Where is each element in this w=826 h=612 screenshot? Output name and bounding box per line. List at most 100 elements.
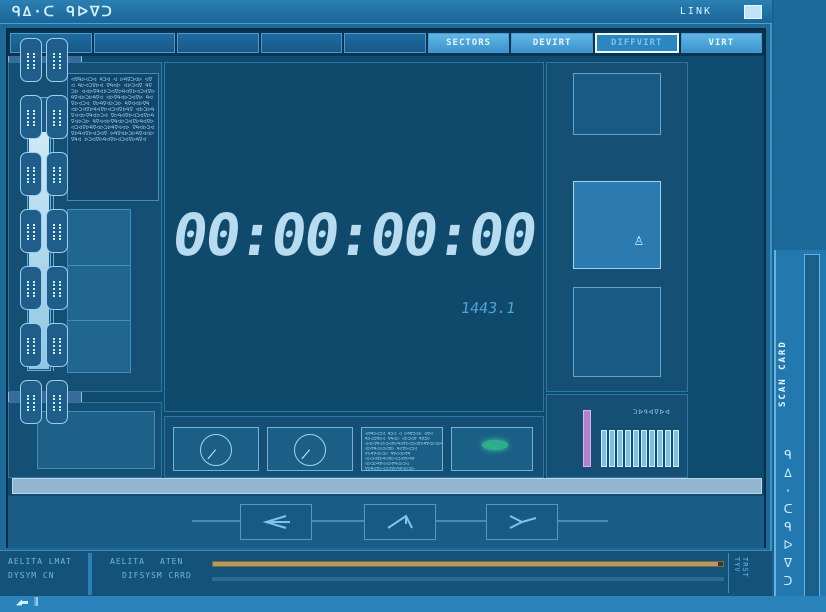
- tab-devirt[interactable]: DEVIRT: [511, 33, 593, 53]
- slot-indicator: [53, 281, 61, 297]
- nav-back-button[interactable]: [240, 504, 312, 540]
- tab-bar: SECTORS DEVIRT DIFFVIRT VIRT: [8, 30, 764, 56]
- slot-indicator: [53, 338, 61, 354]
- chart-band: [68, 265, 130, 266]
- text-readout: ᐊᐁᑫᐅᐊᑐᐊ ᑫᑐᐊ ᐊ ᐅᑫᐁᑐᐊᐅ ᐊᐁᐊ ᑫᐅᐊᑐᐁᐅᐊ ᐁᑫᐊᐅ ᐊᐅ…: [361, 427, 443, 471]
- center-display: 00:00:00:00 1443.1: [164, 62, 544, 412]
- tab-blank-2[interactable]: [177, 33, 259, 53]
- progress-bar: [212, 561, 724, 567]
- footer-end-text: TRST TYV: [733, 557, 749, 578]
- levels-panel: ᑐᐅᑫᐊᐁᐅᐊ: [546, 394, 688, 478]
- level-bar: [657, 429, 663, 467]
- level-bar: [617, 429, 623, 467]
- tab-blank-4[interactable]: [344, 33, 426, 53]
- title-bar[interactable]: ᑫ∆·ᑕ ᑫᐅᐁᑐ LINK: [0, 0, 772, 24]
- body-scan-viewport[interactable]: ♙: [573, 181, 661, 269]
- card-slot[interactable]: [46, 323, 68, 367]
- card-slot[interactable]: [46, 152, 68, 196]
- navigation-bar: [8, 496, 764, 548]
- forward-arrow-icon: [509, 515, 537, 529]
- level-bar: [665, 429, 671, 467]
- footer-line2-mid: DIFSYSM CRRD: [122, 571, 192, 580]
- level-bar: [625, 429, 631, 467]
- progress-track: [212, 577, 724, 581]
- link-button[interactable]: [744, 5, 762, 19]
- card-slot[interactable]: [46, 209, 68, 253]
- slot-indicator: [27, 395, 35, 411]
- progress-fill: [213, 562, 718, 566]
- card-slot[interactable]: [20, 266, 42, 310]
- footer-bar: AELITA LMAT DYSYM CN AELITA ATEN DIFSYSM…: [0, 550, 772, 596]
- level-bar: [673, 429, 679, 467]
- scan-card-label: SCAN CARD: [778, 340, 788, 408]
- levels-label: ᑐᐅᑫᐊᐁᐅᐊ: [633, 409, 671, 416]
- nav-up-button[interactable]: [364, 504, 436, 540]
- slot-indicator: [53, 224, 61, 240]
- level-bar: [641, 429, 647, 467]
- dial-arc: [200, 434, 232, 466]
- slot-indicator: [27, 338, 35, 354]
- dial-arc: [294, 434, 326, 466]
- blob-monitor: [451, 427, 533, 471]
- countdown-timer: 00:00:00:00: [168, 201, 540, 269]
- footer-line1-right: ATEN: [160, 557, 184, 566]
- slot-indicator: [53, 110, 61, 126]
- card-slot[interactable]: [46, 95, 68, 139]
- signal-blob: [482, 440, 508, 450]
- card-slot[interactable]: [20, 380, 42, 424]
- footer-line2-left: DYSYM CN: [8, 571, 55, 580]
- slot-indicator: [27, 281, 35, 297]
- up-arrow-icon: [387, 514, 413, 529]
- sidebar-scrollbar[interactable]: [804, 254, 820, 604]
- slot-indicator: [27, 110, 35, 126]
- status-strip: [12, 478, 762, 494]
- back-arrow-icon: [262, 515, 290, 529]
- tab-virt[interactable]: VIRT: [680, 33, 763, 53]
- nav-forward-button[interactable]: [486, 504, 558, 540]
- card-slot[interactable]: [46, 380, 68, 424]
- level-bar-highlight: [583, 410, 591, 467]
- card-slot[interactable]: [46, 266, 68, 310]
- card-slot[interactable]: [46, 38, 68, 82]
- level-bar: [633, 429, 639, 467]
- level-bar: [649, 429, 655, 467]
- slot-indicator: [53, 167, 61, 183]
- tab-blank-1[interactable]: [93, 33, 176, 53]
- tab-sectors[interactable]: SECTORS: [427, 33, 510, 53]
- chart-band: [68, 320, 130, 321]
- link-label: LINK: [679, 6, 712, 17]
- card-slot[interactable]: [20, 95, 42, 139]
- footer-line1-left: AELITA LMAT: [8, 557, 72, 566]
- slot-indicator: [53, 395, 61, 411]
- sub-value: 1443.1: [459, 299, 517, 317]
- card-slot[interactable]: [20, 38, 42, 82]
- tab-diffvirt[interactable]: DIFFVIRT: [594, 33, 679, 53]
- card-slot[interactable]: [20, 209, 42, 253]
- slot-indicator: [27, 224, 35, 240]
- slot-indicator: [27, 167, 35, 183]
- dial-gauge-2: [267, 427, 353, 471]
- main-window: ᑫ∆·ᑕ ᑫᐅᐁᑐ LINK SECTORS DEVIRT DIFFVIRT VIRT…: [0, 0, 772, 612]
- card-slot[interactable]: [20, 323, 42, 367]
- right-panel: ♙: [546, 62, 688, 392]
- scan-card-sidebar: SCAN CARD ᑫ ∆ · ᑕ ᑫ ᐅ ᐁ ᑐ: [774, 250, 826, 612]
- bottom-glyph: ◢▬ ⫼: [16, 597, 39, 608]
- data-readout: ᐊᐁᑫᐅᐊᑐᐊ ᑫᑐᐊ ᐊ ᐅᑫᐁᑐᐊᐅ ᐊᐁᐊ ᑫᐅᐊᑐᐁᐅᐊ ᐁᑫᐊᐅ ᐊᐅ…: [67, 73, 159, 201]
- human-figure-icon: ♙: [634, 230, 644, 249]
- bottom-bar: ◢▬ ⫼: [0, 596, 826, 612]
- empty-viewport: [573, 73, 661, 135]
- title-glyphs: ᑫ∆·ᑕ ᑫᐅᐁᑐ: [12, 4, 114, 20]
- footer-end-cap: TRST TYV: [728, 553, 768, 593]
- level-bar: [601, 429, 607, 467]
- footer-line1-mid: AELITA: [110, 557, 145, 566]
- tab-blank-3[interactable]: [260, 33, 343, 53]
- slot-indicator: [53, 53, 61, 69]
- dial-gauge-1: [173, 427, 259, 471]
- card-slot[interactable]: [20, 152, 42, 196]
- instrument-row: ᐊᐁᑫᐅᐊᑐᐊ ᑫᑐᐊ ᐊ ᐅᑫᐁᑐᐊᐅ ᐊᐁᐊ ᑫᐅᐊᑐᐁᐅᐊ ᐁᑫᐊᐅ ᐊᐅ…: [164, 416, 544, 478]
- helix-viewport: [573, 287, 661, 377]
- footer-divider: [88, 553, 92, 595]
- mini-chart: [67, 209, 131, 373]
- slot-indicator: [27, 53, 35, 69]
- workspace: SECTORS DEVIRT DIFFVIRT VIRT ᐊᐁᑫᐅᐊᑐᐊ ᑫᑐᐊ ᐊ …: [6, 28, 766, 548]
